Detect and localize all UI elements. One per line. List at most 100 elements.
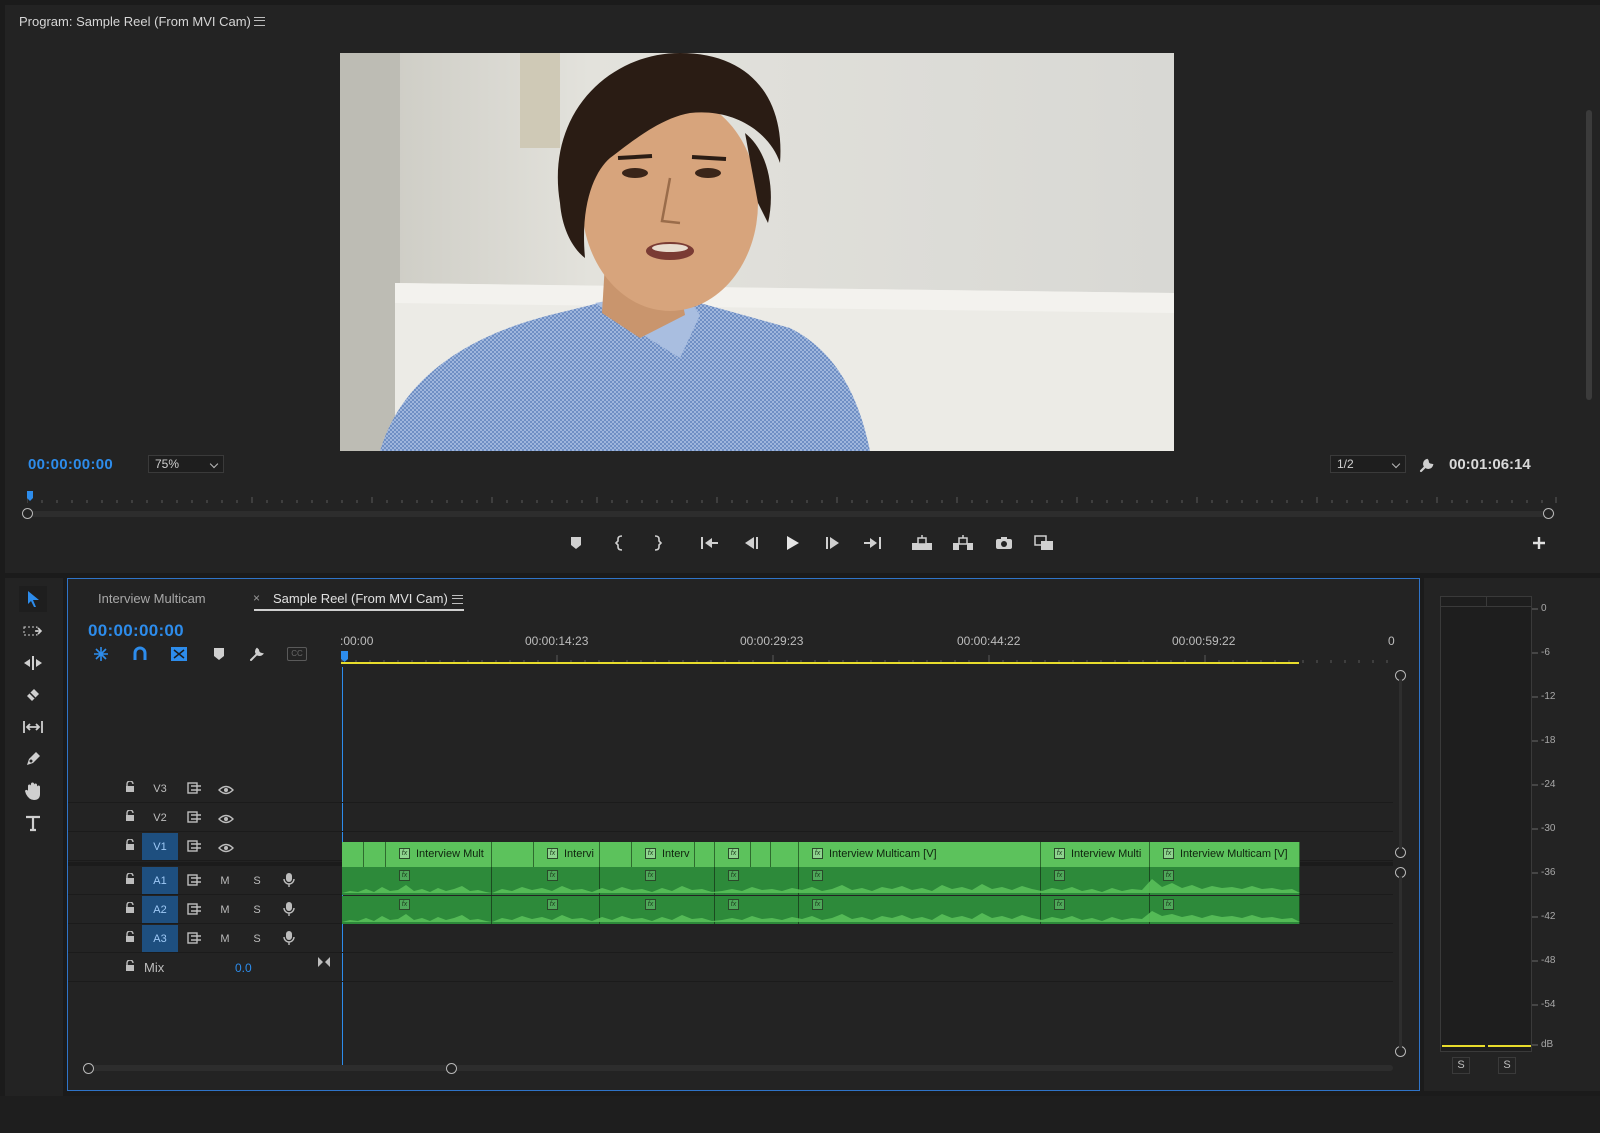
step-back-button[interactable] bbox=[738, 531, 764, 555]
audio-meters-panel: 0 -6 -12 -18 -24 -30 -36 -42 -48 -54 dB … bbox=[1424, 578, 1600, 1091]
timeline-zoom-start-handle[interactable] bbox=[83, 1063, 94, 1074]
tab-sample-reel[interactable]: Sample Reel (From MVI Cam) bbox=[273, 591, 448, 606]
video-clip[interactable]: fx Interview Multicam [V] bbox=[1150, 842, 1300, 868]
meter-solo-right-button[interactable]: S bbox=[1498, 1057, 1516, 1074]
timeline-current-timecode[interactable]: 00:00:00:00 bbox=[88, 621, 184, 641]
mark-out-button[interactable] bbox=[644, 531, 670, 555]
extract-button[interactable] bbox=[950, 531, 976, 555]
meter-scale-label: -36 bbox=[1541, 867, 1556, 878]
timeline-time-ruler[interactable] bbox=[341, 651, 1401, 667]
program-zoom-scrollbar[interactable] bbox=[29, 511, 1555, 517]
program-current-timecode[interactable]: 00:00:00:00 bbox=[28, 456, 113, 473]
sync-lock-icon[interactable] bbox=[187, 840, 203, 855]
mix-volume-value[interactable]: 0.0 bbox=[235, 961, 252, 975]
track-label-v1[interactable]: V1 bbox=[142, 833, 178, 860]
step-forward-button[interactable] bbox=[820, 531, 846, 555]
video-clip[interactable]: fx Interview Multicam [V] bbox=[799, 842, 1041, 868]
video-clip[interactable] bbox=[492, 842, 534, 868]
linked-selection-icon[interactable] bbox=[170, 646, 188, 665]
tab-interview-multicam[interactable]: Interview Multicam bbox=[98, 591, 206, 606]
program-time-ruler[interactable] bbox=[27, 491, 1557, 503]
zoom-end-handle[interactable] bbox=[1543, 508, 1554, 519]
video-clip[interactable]: fx Interv bbox=[632, 842, 695, 868]
timeline-zoom-end-handle[interactable] bbox=[446, 1063, 457, 1074]
sync-lock-icon[interactable] bbox=[187, 782, 203, 797]
microphone-icon[interactable] bbox=[283, 930, 295, 949]
mark-in-button[interactable] bbox=[607, 531, 633, 555]
solo-button[interactable]: S bbox=[250, 904, 264, 916]
track-label-a2[interactable]: A2 bbox=[142, 896, 178, 923]
lock-icon[interactable] bbox=[125, 780, 135, 796]
settings-wrench-icon[interactable] bbox=[1418, 456, 1436, 477]
add-marker-icon[interactable] bbox=[213, 647, 225, 664]
video-clip[interactable]: fx bbox=[715, 842, 751, 868]
zoom-start-handle[interactable] bbox=[22, 508, 33, 519]
lock-icon[interactable] bbox=[125, 872, 135, 888]
video-clip[interactable] bbox=[771, 842, 799, 868]
video-clip[interactable] bbox=[342, 842, 364, 868]
solo-button[interactable]: S bbox=[250, 875, 264, 887]
microphone-icon[interactable] bbox=[283, 901, 295, 920]
sync-lock-icon[interactable] bbox=[187, 874, 203, 889]
video-clip[interactable]: fx Interview Mult bbox=[386, 842, 492, 868]
lock-icon[interactable] bbox=[125, 838, 135, 854]
type-tool-icon[interactable] bbox=[19, 810, 47, 836]
video-clip[interactable]: fx Interview Multi bbox=[1041, 842, 1150, 868]
lock-icon[interactable] bbox=[125, 959, 135, 975]
go-to-out-button[interactable] bbox=[859, 531, 885, 555]
play-button[interactable] bbox=[779, 531, 805, 555]
track-label-a1[interactable]: A1 bbox=[142, 867, 178, 894]
audio-vertical-scrollbar[interactable] bbox=[1399, 876, 1402, 1048]
timeline-zoom-scrollbar[interactable] bbox=[88, 1065, 1393, 1071]
ripple-edit-tool-icon[interactable] bbox=[19, 650, 47, 676]
mute-button[interactable]: M bbox=[218, 904, 232, 916]
mute-button[interactable]: M bbox=[218, 933, 232, 945]
video-clip[interactable]: fx Intervi bbox=[534, 842, 600, 868]
eye-icon[interactable] bbox=[218, 841, 234, 856]
video-clip[interactable] bbox=[364, 842, 386, 868]
microphone-icon[interactable] bbox=[283, 872, 295, 891]
snap-magnet-icon[interactable] bbox=[132, 646, 148, 665]
export-frame-camera-icon[interactable] bbox=[991, 531, 1017, 555]
lock-icon[interactable] bbox=[125, 809, 135, 825]
playback-resolution-select[interactable]: 1/2 bbox=[1330, 455, 1406, 473]
selection-tool-icon[interactable] bbox=[19, 586, 47, 612]
pen-tool-icon[interactable] bbox=[19, 746, 47, 772]
video-clip[interactable] bbox=[695, 842, 715, 868]
video-clip[interactable] bbox=[600, 842, 632, 868]
sync-lock-icon[interactable] bbox=[187, 903, 203, 918]
razor-tool-icon[interactable] bbox=[19, 682, 47, 708]
track-label-v3[interactable]: V3 bbox=[142, 775, 178, 802]
lock-icon[interactable] bbox=[125, 901, 135, 917]
mix-expand-icon[interactable] bbox=[317, 956, 331, 971]
slip-tool-icon[interactable] bbox=[19, 714, 47, 740]
mute-button[interactable]: M bbox=[218, 875, 232, 887]
sync-lock-icon[interactable] bbox=[187, 811, 203, 826]
lift-button[interactable] bbox=[909, 531, 935, 555]
meter-scale-label: -18 bbox=[1541, 735, 1556, 746]
track-select-tool-icon[interactable] bbox=[19, 618, 47, 644]
eye-icon[interactable] bbox=[218, 812, 234, 827]
panel-menu-icon[interactable] bbox=[254, 17, 265, 26]
timeline-menu-icon[interactable] bbox=[452, 595, 463, 604]
video-vertical-scrollbar[interactable] bbox=[1399, 679, 1402, 849]
monitor-vertical-scrollbar[interactable] bbox=[1586, 110, 1592, 400]
sync-lock-icon[interactable] bbox=[187, 932, 203, 947]
video-clip[interactable] bbox=[751, 842, 771, 868]
zoom-level-select[interactable]: 75% bbox=[148, 455, 224, 473]
close-tab-icon[interactable]: × bbox=[253, 591, 260, 605]
nest-sequence-icon[interactable] bbox=[92, 646, 110, 665]
captions-cc-icon[interactable]: CC bbox=[287, 647, 307, 661]
track-label-a3[interactable]: A3 bbox=[142, 925, 178, 952]
solo-button[interactable]: S bbox=[250, 933, 264, 945]
lock-icon[interactable] bbox=[125, 930, 135, 946]
go-to-in-button[interactable] bbox=[697, 531, 723, 555]
add-marker-button[interactable] bbox=[563, 531, 589, 555]
button-editor-plus-icon[interactable] bbox=[1526, 531, 1552, 555]
meter-solo-left-button[interactable]: S bbox=[1452, 1057, 1470, 1074]
track-label-v2[interactable]: V2 bbox=[142, 804, 178, 831]
hand-tool-icon[interactable] bbox=[19, 778, 47, 804]
comparison-view-button[interactable] bbox=[1031, 531, 1057, 555]
timeline-settings-wrench-icon[interactable] bbox=[249, 646, 265, 665]
eye-icon[interactable] bbox=[218, 783, 234, 798]
